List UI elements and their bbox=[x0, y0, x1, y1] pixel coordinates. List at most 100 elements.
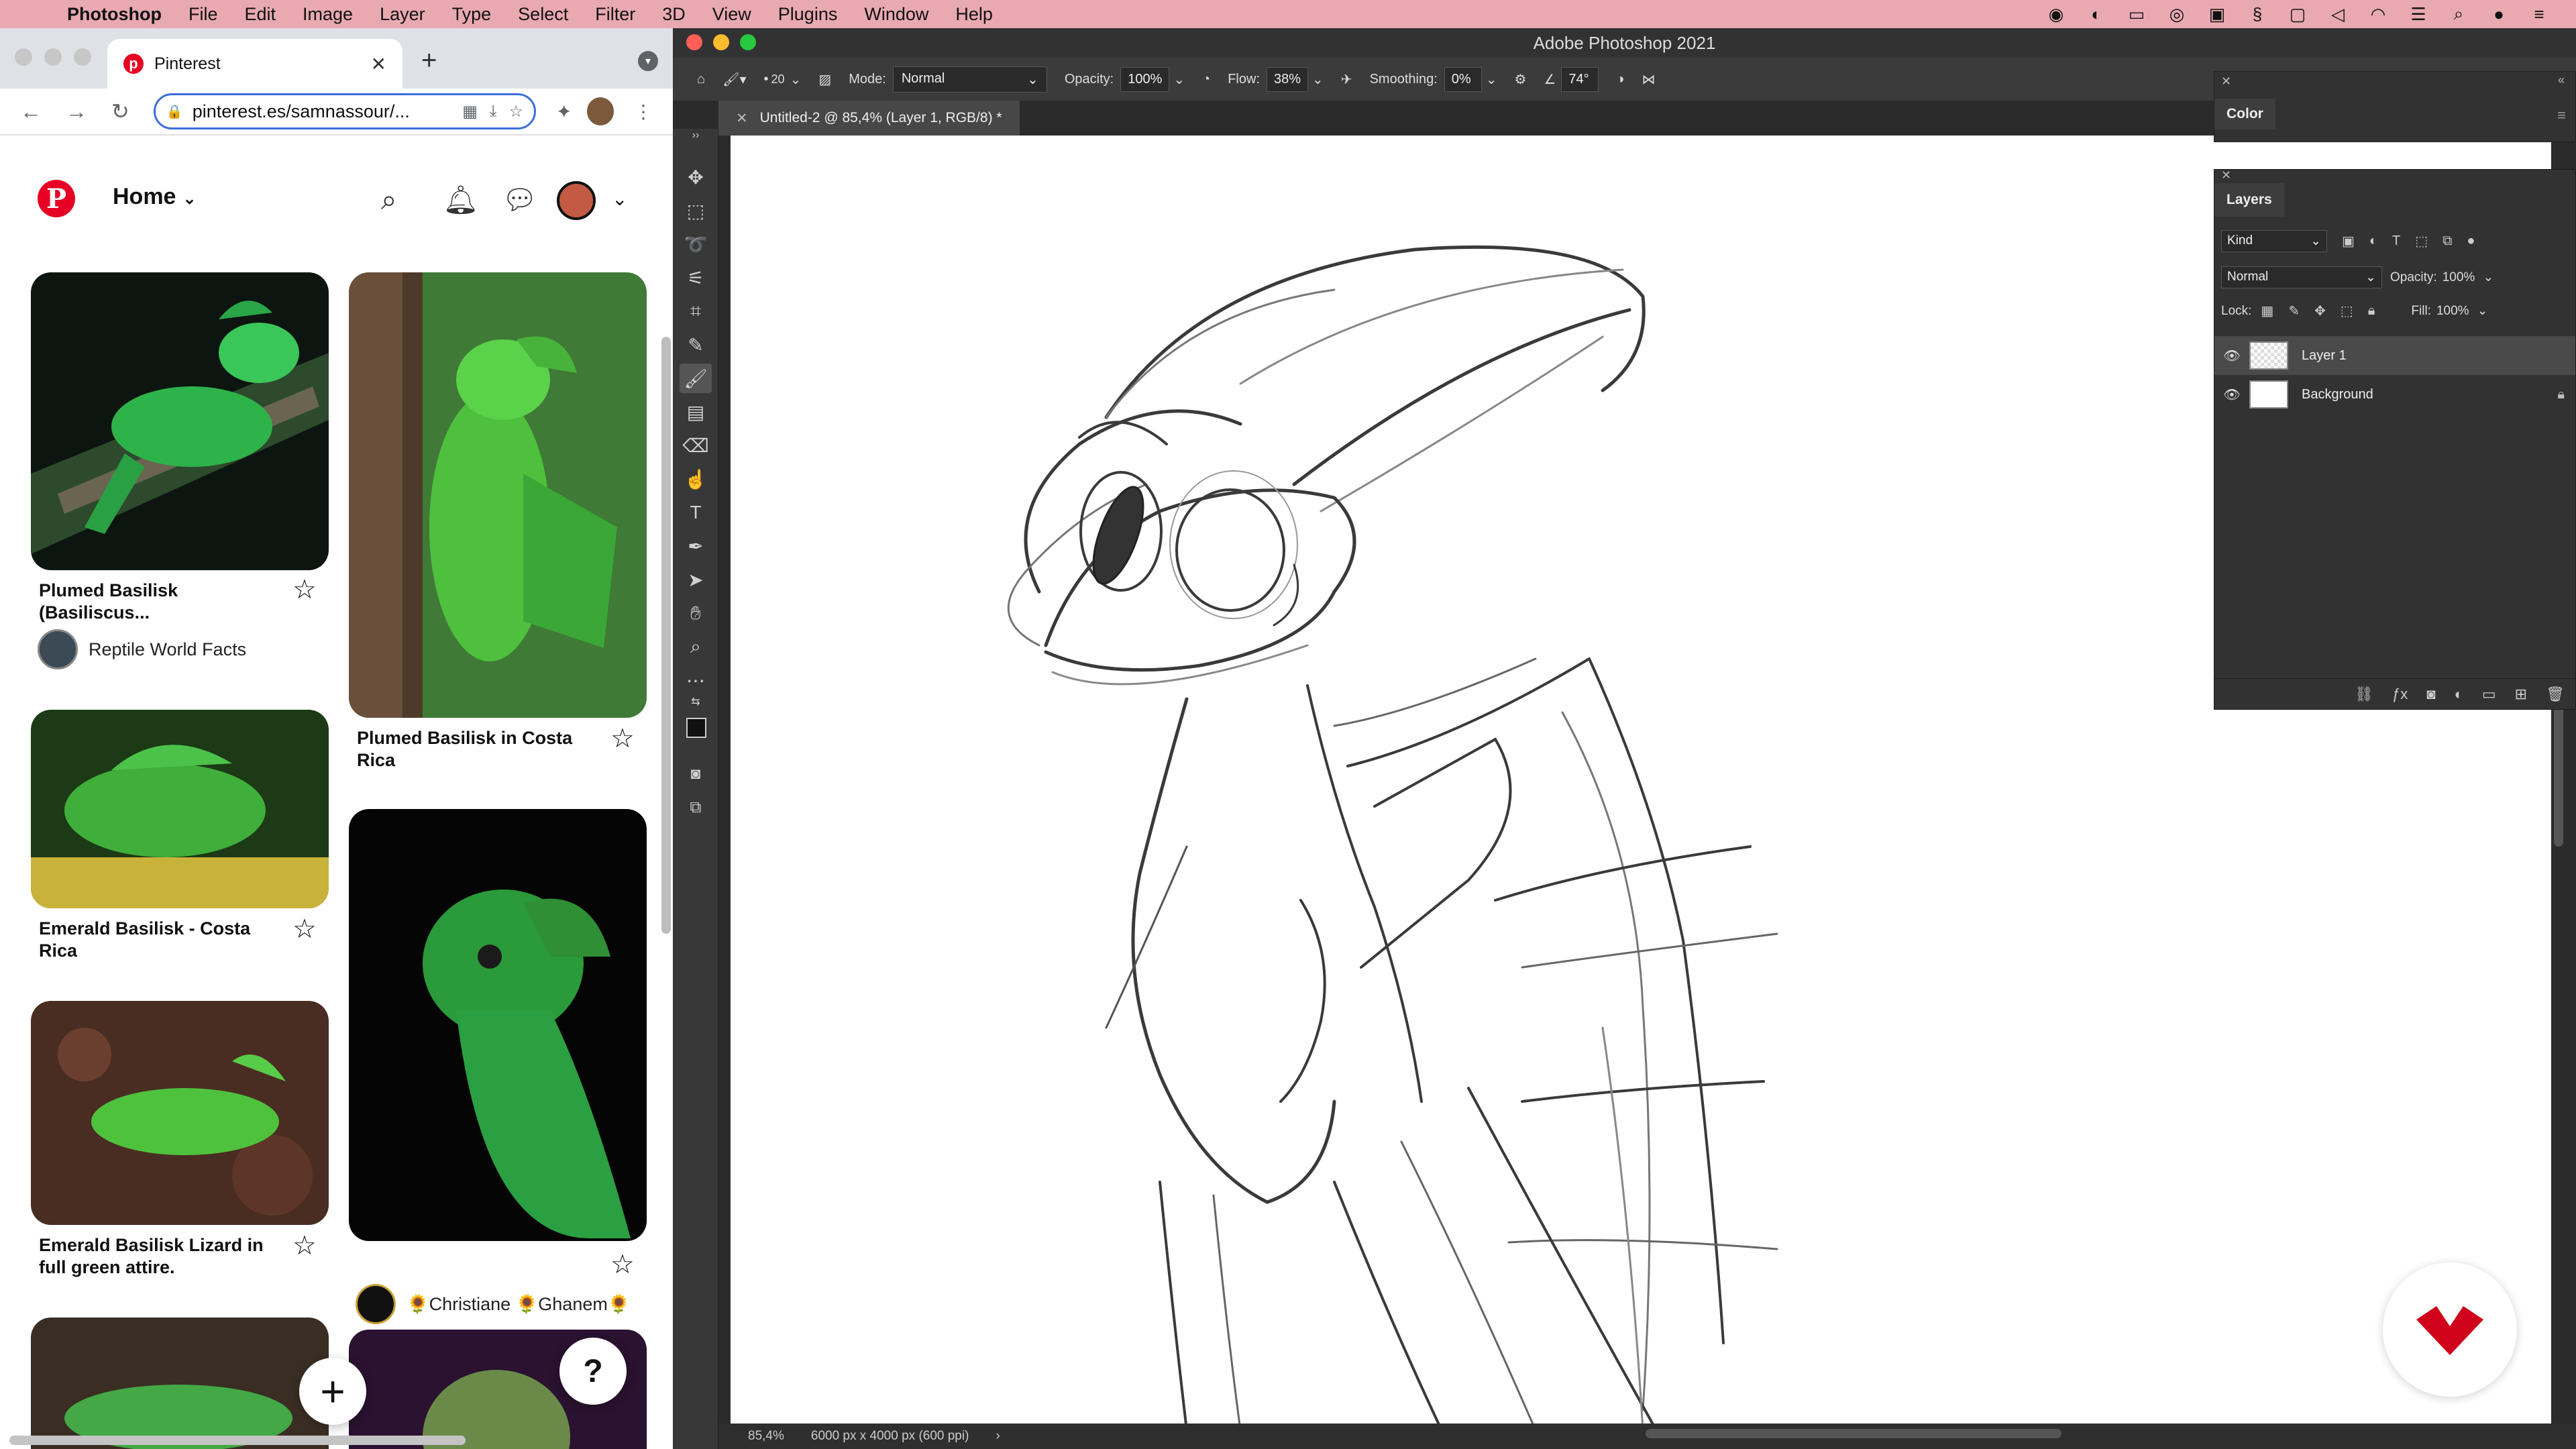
profile-avatar[interactable] bbox=[586, 97, 614, 125]
close-document-icon[interactable]: ✕ bbox=[736, 110, 748, 127]
volume-icon[interactable]: ◁ bbox=[2328, 4, 2348, 24]
home-icon[interactable]: ⌂ bbox=[697, 72, 705, 87]
status-menu-arrow-icon[interactable]: › bbox=[996, 1429, 1000, 1444]
marquee-tool-icon[interactable]: ⬚ bbox=[680, 196, 712, 225]
collapse-panel-icon[interactable]: « bbox=[2558, 73, 2565, 87]
symmetry-butterfly-icon[interactable]: ⋈ bbox=[1642, 71, 1655, 88]
menu-filter[interactable]: Filter bbox=[595, 4, 635, 25]
menu-3d[interactable]: 3D bbox=[662, 4, 686, 25]
filter-type-icon[interactable]: T bbox=[2392, 233, 2400, 249]
pin-title-3[interactable]: Emerald Basilisk - Costa Rica bbox=[39, 918, 294, 962]
menu-help[interactable]: Help bbox=[955, 4, 993, 25]
blend-mode-dropdown[interactable]: Normal ⌄ bbox=[2221, 266, 2382, 288]
layer-style-fx-icon[interactable]: ƒx bbox=[2392, 686, 2408, 703]
filter-adjustment-icon[interactable]: ◐ bbox=[2369, 233, 2377, 249]
pin-image-emerald-basilisk[interactable] bbox=[31, 710, 329, 908]
brush-settings-icon[interactable]: ▨ bbox=[818, 71, 831, 88]
menu-edit[interactable]: Edit bbox=[245, 4, 276, 25]
menu-view[interactable]: View bbox=[712, 4, 751, 25]
layer-opacity-value[interactable]: 100% bbox=[2443, 270, 2475, 285]
qr-icon[interactable]: ▦ bbox=[462, 102, 478, 121]
pin-source-1[interactable]: Reptile World Facts bbox=[38, 629, 246, 669]
screen-icon[interactable]: ▢ bbox=[2288, 4, 2308, 24]
s-icon[interactable]: § bbox=[2247, 4, 2267, 24]
disk-icon[interactable]: ◐ bbox=[2086, 4, 2106, 24]
menu-image[interactable]: Image bbox=[303, 4, 353, 25]
close-panel-icon[interactable]: ✕ bbox=[2221, 168, 2231, 182]
pinterest-logo-icon[interactable]: P bbox=[38, 180, 75, 217]
pin-title-1[interactable]: Plumed Basilisk (Basiliscus... bbox=[39, 580, 294, 624]
filter-pixel-icon[interactable]: ▣ bbox=[2342, 233, 2355, 250]
type-tool-icon[interactable]: T bbox=[680, 498, 712, 527]
account-chevron-down-icon[interactable]: ⌄ bbox=[612, 188, 627, 210]
layers-panel-tab[interactable]: Layers bbox=[2214, 183, 2284, 217]
messages-icon[interactable]: 💬︎ bbox=[502, 184, 537, 217]
chevron-down-icon[interactable]: ⌄ bbox=[1312, 71, 1324, 88]
close-tab-icon[interactable]: ✕ bbox=[371, 53, 386, 75]
menu-type[interactable]: Type bbox=[452, 4, 492, 25]
crop-tool-icon[interactable]: ⌗ bbox=[680, 297, 712, 326]
chrome-vertical-scrollbar[interactable] bbox=[661, 337, 671, 934]
angle-field[interactable]: 74° bbox=[1561, 66, 1599, 92]
filter-kind-dropdown[interactable]: Kind ⌄ bbox=[2221, 230, 2327, 252]
lock-all-icon[interactable]: 🔒︎ bbox=[2368, 303, 2375, 319]
pin-image-plumed-basilisk[interactable] bbox=[31, 272, 329, 570]
control-center-icon[interactable]: ≡ bbox=[2529, 4, 2549, 24]
bookmark-star-icon[interactable]: ☆ bbox=[509, 102, 524, 121]
menu-select[interactable]: Select bbox=[518, 4, 568, 25]
brush-tool-icon[interactable]: 🖌︎ bbox=[680, 364, 712, 393]
user-avatar[interactable] bbox=[557, 181, 596, 220]
menu-layer[interactable]: Layer bbox=[380, 4, 425, 25]
create-pin-button[interactable]: + bbox=[299, 1358, 366, 1425]
save-star-icon[interactable]: ☆ bbox=[610, 723, 635, 754]
user-icon[interactable]: ● bbox=[2489, 4, 2509, 24]
extensions-icon[interactable]: ✦ bbox=[556, 101, 572, 123]
screen-mode-icon[interactable]: ⧉ bbox=[680, 793, 712, 822]
save-star-icon[interactable]: ☆ bbox=[610, 1249, 635, 1280]
adjustment-layer-icon[interactable]: ◐ bbox=[2455, 686, 2463, 703]
color-panel-tab[interactable]: Color bbox=[2214, 99, 2275, 129]
chevron-down-icon[interactable]: ⌄ bbox=[1173, 71, 1185, 88]
tab-search-icon[interactable]: ▾ bbox=[638, 51, 658, 71]
path-selection-tool-icon[interactable]: ➤ bbox=[680, 565, 712, 594]
chevron-down-icon[interactable]: ⌄ bbox=[2483, 270, 2493, 285]
wifi-icon[interactable]: ◠ bbox=[2368, 4, 2388, 24]
close-panel-icon[interactable]: ✕ bbox=[2221, 74, 2231, 89]
search-icon[interactable]: ⌕ bbox=[2449, 3, 2469, 24]
pin-image-basilisk-ground[interactable] bbox=[31, 1318, 329, 1449]
more-tools-icon[interactable]: ⋯ bbox=[680, 665, 712, 695]
lock-pixels-icon[interactable]: ✎ bbox=[2288, 303, 2300, 319]
brush-tool-preset-icon[interactable]: 🖌︎▾ bbox=[722, 71, 746, 88]
pin-source-5[interactable]: 🌻Christiane 🌻Ghanem🌻 bbox=[356, 1284, 630, 1324]
chevron-down-icon[interactable]: ⌄ bbox=[2477, 303, 2488, 319]
save-star-icon[interactable]: ☆ bbox=[292, 1230, 317, 1261]
pen-tool-icon[interactable]: ✒ bbox=[680, 531, 712, 561]
save-star-icon[interactable]: ☆ bbox=[292, 574, 317, 605]
zoom-tool-icon[interactable]: ⌕ bbox=[680, 632, 712, 661]
minimize-window-button[interactable] bbox=[713, 34, 729, 50]
pressure-size-icon[interactable]: ◑ bbox=[1616, 72, 1624, 87]
help-button[interactable]: ? bbox=[559, 1338, 627, 1405]
filter-shape-icon[interactable]: ⬚ bbox=[2415, 233, 2428, 250]
browser-tab-pinterest[interactable]: p Pinterest ✕ bbox=[107, 39, 402, 89]
creative-cloud-icon[interactable]: ◉ bbox=[2046, 4, 2066, 24]
notifications-bell-icon[interactable]: 🔔︎ bbox=[443, 184, 478, 217]
close-window-button[interactable] bbox=[15, 48, 32, 66]
home-dropdown[interactable]: Home ⌄ bbox=[113, 184, 197, 210]
close-window-button[interactable] bbox=[686, 34, 702, 50]
layer-row-layer-1[interactable]: 👁︎ Layer 1 bbox=[2214, 336, 2575, 375]
add-mask-icon[interactable]: ◙ bbox=[2426, 686, 2435, 703]
foreground-color-swatch[interactable] bbox=[686, 718, 706, 738]
move-tool-icon[interactable]: ✥ bbox=[680, 162, 712, 192]
collapse-toolbar-icon[interactable]: ›› bbox=[680, 127, 712, 144]
opacity-field[interactable]: 100% bbox=[1120, 66, 1170, 92]
menu-file[interactable]: File bbox=[189, 4, 218, 25]
filter-smart-object-icon[interactable]: ⧉ bbox=[2443, 233, 2452, 249]
lock-artboard-icon[interactable]: ⬚ bbox=[2341, 303, 2353, 319]
display-icon[interactable]: ▭ bbox=[2127, 4, 2147, 24]
document-dimensions[interactable]: 6000 px x 4000 px (600 ppi) bbox=[811, 1429, 969, 1444]
airbrush-icon[interactable]: ✈︎ bbox=[1341, 71, 1352, 88]
lock-position-icon[interactable]: ✥ bbox=[2314, 303, 2326, 319]
pin-image-basilisk-black-bg[interactable] bbox=[349, 809, 647, 1241]
pressure-opacity-icon[interactable]: ◔ bbox=[1202, 72, 1210, 87]
